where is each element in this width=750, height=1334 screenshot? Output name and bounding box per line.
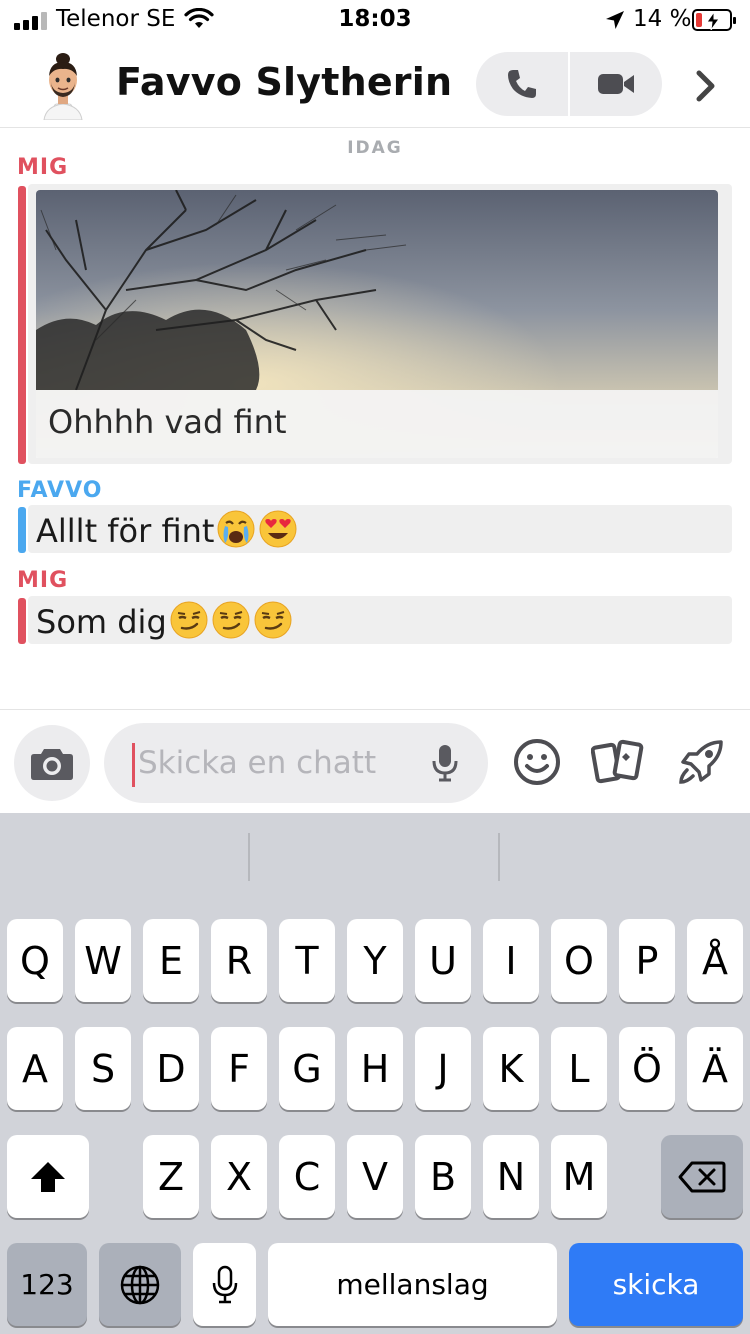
- send-key[interactable]: skicka: [569, 1243, 743, 1326]
- key-s[interactable]: S: [75, 1027, 131, 1110]
- chevron-right-icon: [696, 70, 715, 102]
- call-controls: [476, 52, 662, 116]
- location-arrow-icon: [606, 11, 624, 29]
- shift-key[interactable]: [7, 1135, 89, 1218]
- date-separator: IDAG: [347, 138, 403, 158]
- key-m[interactable]: M: [551, 1135, 607, 1218]
- key-o-umlaut[interactable]: Ö: [619, 1027, 675, 1110]
- sender-color-bar: [18, 186, 26, 464]
- message-text-content: Alllt för fint: [36, 512, 215, 550]
- rocket-icon: [679, 740, 723, 784]
- photo-caption-text: Ohhhh vad fint: [48, 403, 287, 441]
- message-text-content: Som dig: [36, 603, 167, 641]
- sender-label: MIG: [17, 568, 69, 593]
- microphone-icon[interactable]: [430, 743, 460, 783]
- key-a[interactable]: A: [7, 1027, 63, 1110]
- message-text: Alllt för fint: [36, 509, 298, 550]
- key-w[interactable]: W: [75, 919, 131, 1002]
- key-v[interactable]: V: [347, 1135, 403, 1218]
- key-c[interactable]: C: [279, 1135, 335, 1218]
- camera-icon: [31, 749, 73, 780]
- video-camera-icon: [598, 74, 634, 94]
- key-h[interactable]: H: [347, 1027, 403, 1110]
- microphone-icon: [212, 1265, 237, 1303]
- battery-percent: 14 %: [633, 6, 692, 32]
- chat-input-bar: Skicka en chatt: [0, 709, 750, 813]
- key-o[interactable]: O: [551, 919, 607, 1002]
- sender-label: MIG: [17, 155, 69, 180]
- photo-caption: Ohhhh vad fint: [36, 390, 718, 458]
- shift-arrow-icon: [31, 1161, 65, 1192]
- smirk-emoji: [254, 601, 292, 639]
- globe-key[interactable]: [99, 1243, 181, 1326]
- more-button[interactable]: [684, 64, 728, 108]
- games-button[interactable]: [674, 734, 728, 790]
- prediction-divider: [498, 833, 500, 881]
- video-call-button[interactable]: [570, 52, 662, 116]
- key-d[interactable]: D: [143, 1027, 199, 1110]
- key-g[interactable]: G: [279, 1027, 335, 1110]
- chat-header: Favvo Slytherin: [0, 40, 750, 128]
- key-a-ring[interactable]: Å: [687, 919, 743, 1002]
- sender-color-bar: [18, 507, 26, 553]
- backspace-icon: [678, 1161, 726, 1192]
- globe-icon: [120, 1265, 160, 1304]
- text-caret: [132, 743, 135, 787]
- key-i[interactable]: I: [483, 919, 539, 1002]
- camera-button[interactable]: [14, 725, 90, 801]
- bitmoji-avatar[interactable]: [38, 48, 88, 120]
- emoji-button[interactable]: [510, 734, 564, 790]
- cards-icon: [591, 739, 644, 784]
- key-p[interactable]: P: [619, 919, 675, 1002]
- dictation-key[interactable]: [193, 1243, 256, 1326]
- numbers-key[interactable]: 123: [7, 1243, 87, 1326]
- key-a-umlaut[interactable]: Ä: [687, 1027, 743, 1110]
- voice-call-button[interactable]: [476, 52, 568, 116]
- key-u[interactable]: U: [415, 919, 471, 1002]
- key-q[interactable]: Q: [7, 919, 63, 1002]
- key-y[interactable]: Y: [347, 919, 403, 1002]
- battery-icon: [692, 9, 736, 31]
- heart-eyes-emoji: [259, 510, 297, 548]
- smirk-emoji: [170, 601, 208, 639]
- sender-color-bar: [18, 598, 26, 644]
- key-z[interactable]: Z: [143, 1135, 199, 1218]
- prediction-divider: [248, 833, 250, 881]
- chat-input-placeholder: Skicka en chatt: [138, 745, 377, 781]
- chat-input[interactable]: Skicka en chatt: [104, 723, 488, 803]
- message-text: Som dig: [36, 600, 293, 641]
- key-t[interactable]: T: [279, 919, 335, 1002]
- key-l[interactable]: L: [551, 1027, 607, 1110]
- chat-title[interactable]: Favvo Slytherin: [116, 60, 452, 104]
- smiley-icon: [514, 739, 560, 785]
- sender-label: FAVVO: [17, 478, 103, 503]
- space-key[interactable]: mellanslag: [268, 1243, 557, 1326]
- status-bar: Telenor SE 18:03 14 %: [0, 0, 750, 40]
- delete-key[interactable]: [661, 1135, 743, 1218]
- key-r[interactable]: R: [211, 919, 267, 1002]
- key-n[interactable]: N: [483, 1135, 539, 1218]
- key-k[interactable]: K: [483, 1027, 539, 1110]
- keyboard: Q W E R T Y U I O P Å A S D F G H J K L …: [0, 813, 750, 1334]
- key-f[interactable]: F: [211, 1027, 267, 1110]
- key-e[interactable]: E: [143, 919, 199, 1002]
- key-b[interactable]: B: [415, 1135, 471, 1218]
- crying-emoji: [217, 510, 255, 548]
- key-x[interactable]: X: [211, 1135, 267, 1218]
- cards-button[interactable]: [591, 734, 645, 790]
- smirk-emoji: [212, 601, 250, 639]
- key-j[interactable]: J: [415, 1027, 471, 1110]
- phone-icon: [508, 70, 536, 98]
- charging-bolt-icon: [706, 12, 720, 30]
